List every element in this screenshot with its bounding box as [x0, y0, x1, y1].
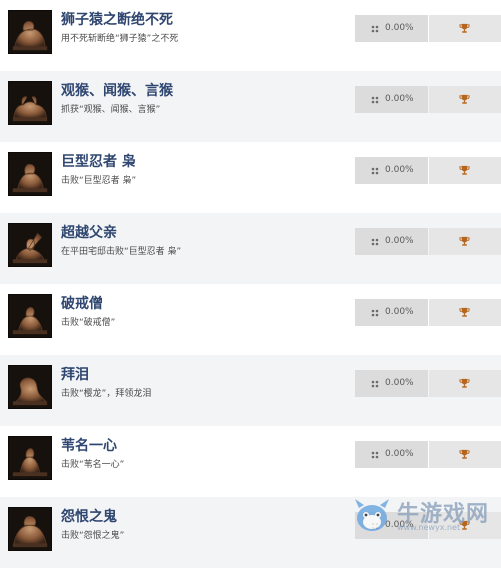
trophy-icon — [459, 94, 470, 104]
unlock-percent: 0.00% — [355, 370, 428, 397]
trophy-cell[interactable] — [429, 299, 501, 326]
trophy-icon — [459, 449, 470, 459]
trophy-cell[interactable] — [429, 512, 501, 539]
achievement-title: 狮子猿之断绝不死 — [61, 12, 173, 28]
unlock-percent: 0.00% — [355, 228, 428, 255]
achievement-description: 击败“巨型忍者 枭” — [61, 176, 137, 186]
achievement-description: 击败“苇名一心” — [61, 460, 125, 470]
achievement-row[interactable]: 破戒僧击败“破戒僧” 0.00% — [0, 284, 501, 355]
unlock-percent: 0.00% — [355, 15, 428, 42]
achievement-title: 拜泪 — [61, 367, 89, 383]
isshin-statue-icon — [8, 436, 52, 480]
monk-statue-icon — [8, 294, 52, 338]
trophy-cell[interactable] — [429, 441, 501, 468]
grid-dots-icon — [371, 309, 379, 317]
achievement-title: 怨恨之鬼 — [61, 509, 117, 525]
achievement-row[interactable]: 巨型忍者 枭击败“巨型忍者 枭” 0.00% — [0, 142, 501, 213]
achievement-description: 击败“怨恨之鬼” — [61, 531, 125, 541]
grid-dots-icon — [371, 451, 379, 459]
achievement-row[interactable]: 拜泪击败“樱龙”，拜领龙泪 0.00% — [0, 355, 501, 426]
grid-dots-icon — [371, 25, 379, 33]
trophy-cell[interactable] — [429, 228, 501, 255]
owl-statue-icon — [8, 152, 52, 196]
dragon-statue-icon — [8, 365, 52, 409]
demon-statue-icon — [8, 507, 52, 551]
trophy-icon — [459, 23, 470, 33]
achievement-description: 击败“破戒僧” — [61, 318, 116, 328]
lion-ape-statue-icon — [8, 10, 52, 54]
achievement-row[interactable]: 怨恨之鬼击败“怨恨之鬼” 0.00% — [0, 497, 501, 568]
grid-dots-icon — [371, 96, 379, 104]
trophy-cell[interactable] — [429, 157, 501, 184]
achievement-title: 破戒僧 — [61, 296, 103, 312]
trophy-icon — [459, 165, 470, 175]
grid-dots-icon — [371, 238, 379, 246]
unlock-percent-value: 0.00% — [385, 23, 414, 33]
achievement-description: 用不死斩断绝“狮子猿”之不死 — [61, 34, 179, 44]
unlock-percent-value: 0.00% — [385, 307, 414, 317]
achievement-description: 在平田宅邸击败“巨型忍者 枭” — [61, 247, 182, 257]
trophy-icon — [459, 520, 470, 530]
grid-dots-icon — [371, 522, 379, 530]
monkeys-statue-icon — [8, 81, 52, 125]
trophy-cell[interactable] — [429, 15, 501, 42]
achievement-title: 超越父亲 — [61, 225, 117, 241]
unlock-percent: 0.00% — [355, 441, 428, 468]
unlock-percent: 0.00% — [355, 512, 428, 539]
trophy-cell[interactable] — [429, 86, 501, 113]
trophy-icon — [459, 378, 470, 388]
achievement-row[interactable]: 狮子猿之断绝不死用不死斩断绝“狮子猿”之不死 0.00% — [0, 0, 501, 71]
unlock-percent-value: 0.00% — [385, 378, 414, 388]
unlock-percent: 0.00% — [355, 157, 428, 184]
grid-dots-icon — [371, 380, 379, 388]
grid-dots-icon — [371, 167, 379, 175]
unlock-percent-value: 0.00% — [385, 94, 414, 104]
achievement-title: 苇名一心 — [61, 438, 117, 454]
achievement-title: 观猴、闻猴、言猴 — [61, 83, 173, 99]
achievement-row[interactable]: 苇名一心击败“苇名一心” 0.00% — [0, 426, 501, 497]
unlock-percent-value: 0.00% — [385, 449, 414, 459]
unlock-percent: 0.00% — [355, 299, 428, 326]
achievement-row[interactable]: 观猴、闻猴、言猴抓获“观猴、闻猴、言猴” 0.00% — [0, 71, 501, 142]
unlock-percent: 0.00% — [355, 86, 428, 113]
achievement-description: 抓获“观猴、闻猴、言猴” — [61, 105, 161, 115]
father-statue-icon — [8, 223, 52, 267]
trophy-icon — [459, 307, 470, 317]
unlock-percent-value: 0.00% — [385, 520, 414, 530]
trophy-icon — [459, 236, 470, 246]
achievement-row[interactable]: 超越父亲在平田宅邸击败“巨型忍者 枭” 0.00% — [0, 213, 501, 284]
achievement-title: 巨型忍者 枭 — [61, 154, 136, 170]
unlock-percent-value: 0.00% — [385, 165, 414, 175]
trophy-cell[interactable] — [429, 370, 501, 397]
unlock-percent-value: 0.00% — [385, 236, 414, 246]
achievement-description: 击败“樱龙”，拜领龙泪 — [61, 389, 152, 399]
